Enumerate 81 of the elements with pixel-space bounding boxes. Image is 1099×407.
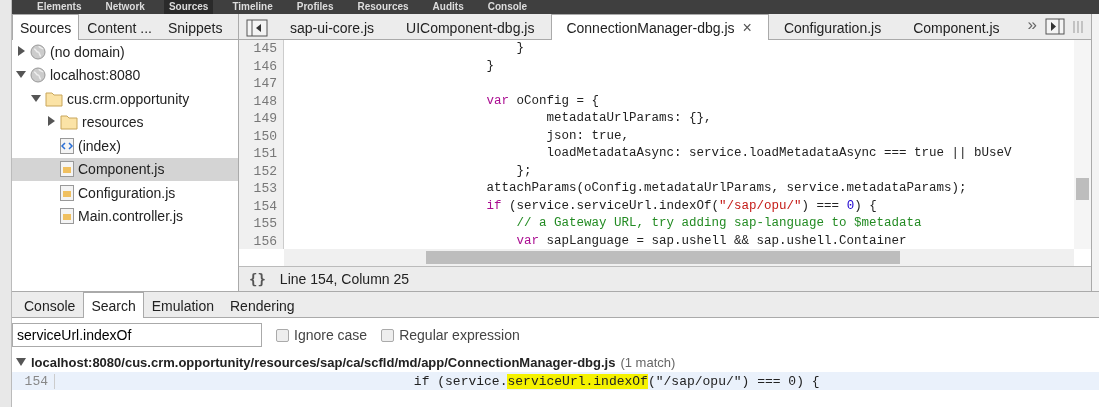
file-tab[interactable]: Configuration.js	[768, 15, 899, 40]
line-number: 153	[252, 180, 278, 198]
code-line: // a Gateway URL, try adding sap-language to $metadata	[515, 215, 923, 232]
tree-item[interactable]: (no domain)	[12, 40, 238, 64]
line-number: 150	[252, 127, 278, 145]
toggle-debugger-icon[interactable]	[1045, 18, 1065, 35]
checkbox[interactable]	[276, 328, 289, 342]
line-number: 145	[252, 40, 278, 58]
code-line: if (service.serviceUrl.indexOf("/sap/opu/") === 0) {	[485, 197, 878, 215]
checkbox-label: Ignore case	[294, 327, 368, 343]
folder-icon	[60, 114, 78, 131]
tree-item[interactable]: Component.js	[12, 157, 238, 181]
tree-item[interactable]: cus.crm.opportunity	[12, 87, 238, 111]
navigator-tab[interactable]: Snippets	[159, 15, 231, 40]
code-line: }	[515, 40, 526, 57]
code-line: var sapLanguage = sap.ushell && sap.ushell.Container	[515, 232, 908, 249]
match-count: (1 match)	[620, 354, 676, 370]
search-option[interactable]: Ignore case	[276, 327, 368, 343]
caret-down-icon[interactable]	[16, 357, 26, 367]
panel-tab[interactable]: Sources	[163, 0, 214, 14]
line-number: 152	[252, 162, 278, 180]
tree-item[interactable]: (index)	[12, 134, 238, 158]
result-file-path[interactable]: localhost:8080/cus.crm.opportunity/resources/sap/ca/scfld/md/app/ConnectionManager-dbg.js	[31, 354, 616, 370]
file-tab[interactable]: ConnectionManager-dbg.js ×	[551, 14, 769, 40]
navigator-tab[interactable]: Content ...	[79, 15, 160, 40]
line-number: 154	[12, 373, 55, 389]
line-number: 155	[252, 215, 278, 233]
js-file-icon	[60, 161, 74, 178]
tree-item[interactable]: resources	[12, 110, 238, 134]
checkbox[interactable]	[381, 328, 395, 342]
globe-icon	[30, 67, 46, 84]
drawer-tab[interactable]: Console	[16, 293, 84, 318]
horizontal-scrollbar[interactable]	[284, 249, 1074, 266]
code-line: var oConfig = {	[485, 92, 601, 110]
drag-handle-icon[interactable]	[1071, 20, 1085, 34]
line-number: 147	[252, 75, 278, 93]
panel-tab[interactable]: Timeline	[227, 0, 278, 14]
code-line: metadataUrlParams: {},	[545, 110, 713, 127]
tree-item[interactable]: Configuration.js	[12, 181, 238, 205]
line-number: 148	[252, 92, 278, 110]
js-file-icon	[60, 208, 74, 225]
close-icon[interactable]: ×	[742, 18, 752, 37]
panel-tab[interactable]: Audits	[427, 0, 469, 14]
file-tab[interactable]: UIComponent-dbg.js	[391, 15, 552, 40]
overflow-icon[interactable]: »	[1019, 15, 1045, 39]
caret-down-icon	[16, 69, 26, 80]
html-file-icon	[60, 137, 74, 154]
line-number: 151	[252, 145, 278, 163]
drawer-tab[interactable]: Search	[83, 292, 144, 318]
code-line: json: true,	[545, 127, 631, 145]
panel-tab[interactable]: Elements	[32, 0, 87, 14]
panel-tab[interactable]: Resources	[352, 0, 414, 14]
line-number: 156	[252, 232, 278, 249]
panel-tab[interactable]: Profiles	[291, 0, 339, 14]
search-field[interactable]: serviceUrl.indexOf	[12, 323, 262, 347]
drawer-tab[interactable]: Emulation	[143, 293, 222, 318]
caret-right-icon	[16, 45, 26, 56]
panel-tab[interactable]: Network	[100, 0, 150, 14]
file-tab[interactable]: sap-ui-core.js	[275, 15, 392, 40]
tree-item[interactable]: localhost:8080	[12, 63, 238, 87]
tree-item[interactable]: Main.controller.js	[12, 204, 238, 228]
panel-tab[interactable]: Console	[482, 0, 533, 14]
line-number: 146	[252, 57, 278, 75]
caret-down-icon	[31, 92, 41, 103]
code-line: };	[515, 162, 533, 180]
navigator-tab[interactable]: Sources	[12, 14, 80, 40]
folder-icon	[45, 90, 63, 107]
drawer-tab[interactable]: Rendering	[222, 293, 303, 318]
file-tab[interactable]: Component.js	[898, 15, 1017, 40]
js-file-icon	[60, 184, 74, 201]
line-number: 149	[252, 110, 278, 128]
globe-icon	[30, 43, 46, 60]
code-line: loadMetadataAsync: service.loadMetadataAsync === true || bUseV	[545, 145, 1013, 162]
vertical-scrollbar[interactable]	[1074, 40, 1091, 249]
caret-right-icon	[46, 116, 56, 127]
code-line: attachParams(oConfig.metadataUrlParams, service.metadataParams);	[485, 180, 968, 197]
code-line: }	[485, 57, 496, 75]
line-number: 154	[252, 197, 278, 215]
cursor-position: Line 154, Column 25	[279, 271, 410, 287]
match-line[interactable]: if (service.serviceUrl.indexOf("/sap/opu/") === 0) {	[55, 373, 820, 389]
pretty-print-icon[interactable]: {}	[249, 271, 266, 287]
